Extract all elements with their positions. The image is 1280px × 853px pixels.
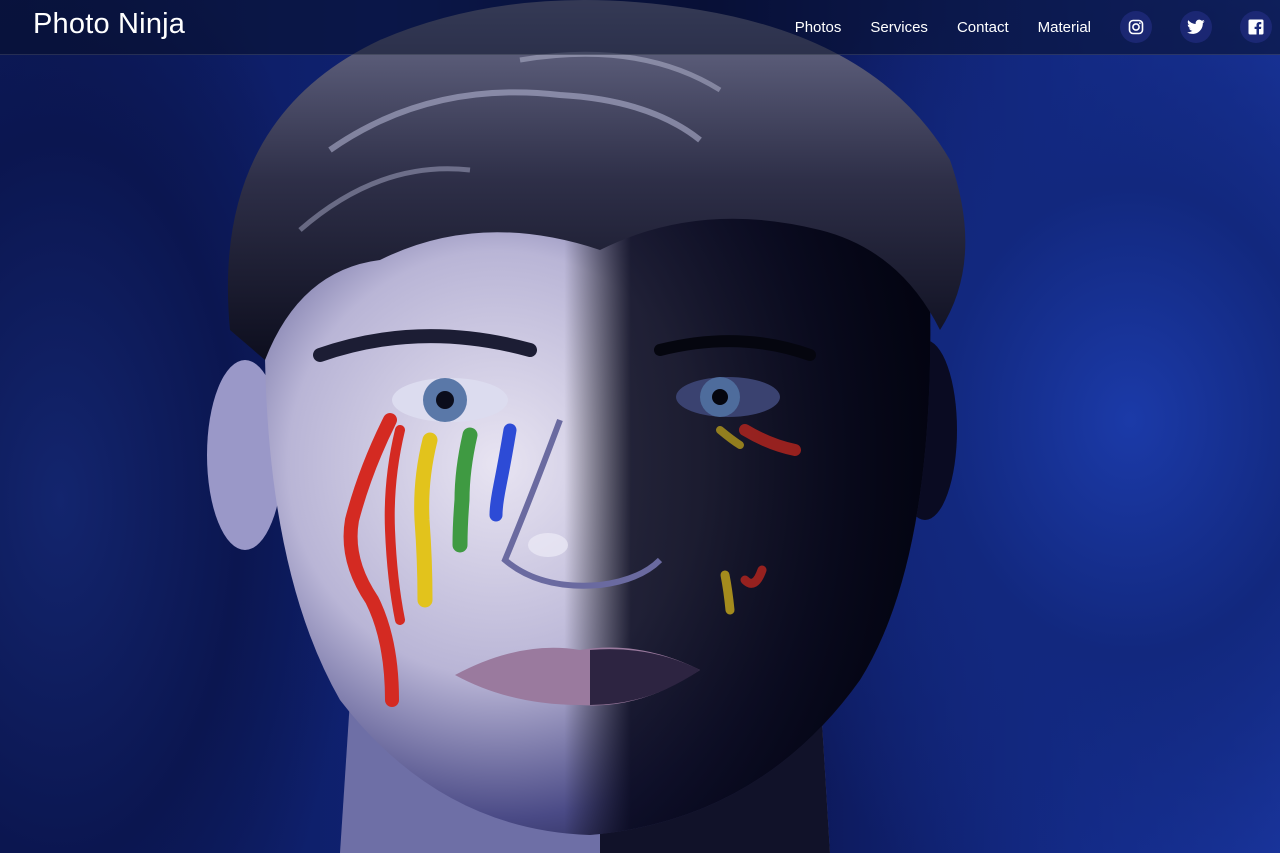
twitter-icon[interactable]: [1180, 11, 1212, 43]
brand-logo-link[interactable]: Photo Ninja: [33, 8, 185, 41]
nav-links: Photos Services Contact Material: [795, 0, 1280, 54]
facebook-icon[interactable]: [1240, 11, 1272, 43]
nav-link-material[interactable]: Material: [1038, 19, 1091, 36]
portrait-illustration: [207, 0, 966, 853]
nav-link-services[interactable]: Services: [870, 19, 928, 36]
top-navbar: Photo Ninja Photos Services Contact Mate…: [0, 0, 1280, 55]
hero-photo: [0, 0, 1280, 853]
nav-link-photos[interactable]: Photos: [795, 19, 842, 36]
instagram-icon[interactable]: [1120, 11, 1152, 43]
nav-link-contact[interactable]: Contact: [957, 19, 1009, 36]
